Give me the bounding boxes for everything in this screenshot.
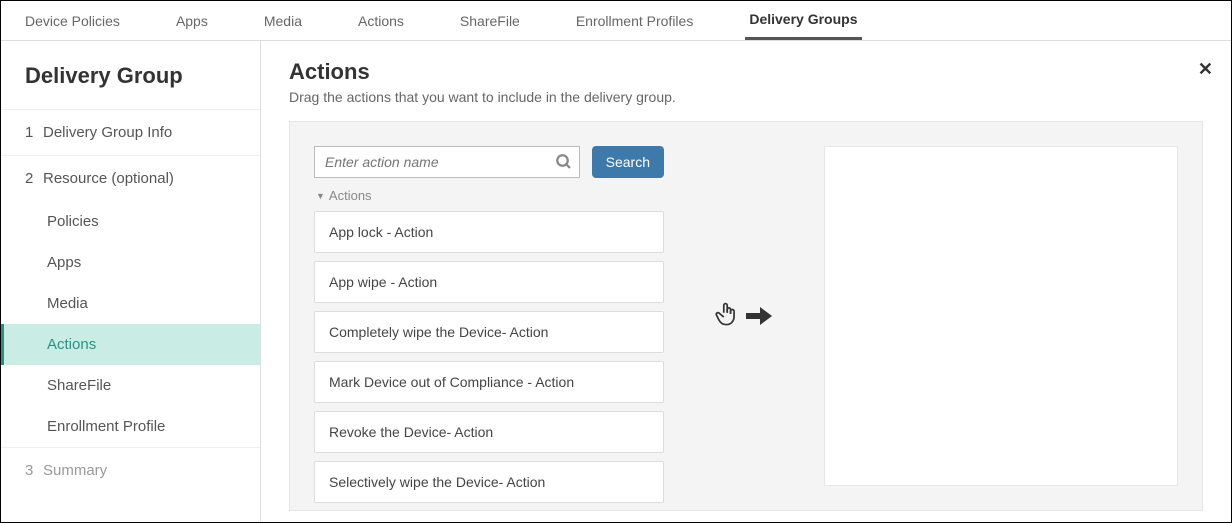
step-label: Delivery Group Info <box>43 124 172 141</box>
tab-delivery-groups[interactable]: Delivery Groups <box>745 1 861 40</box>
action-list: App lock - Action App wipe - Action Comp… <box>314 211 664 503</box>
close-icon[interactable]: ✕ <box>1198 59 1213 80</box>
sidebar: Delivery Group 1 Delivery Group Info 2 R… <box>1 41 261 522</box>
tab-media[interactable]: Media <box>260 3 306 39</box>
action-item[interactable]: App lock - Action <box>314 211 664 253</box>
sidebar-item-media[interactable]: Media <box>1 283 260 324</box>
tab-actions[interactable]: Actions <box>354 3 408 39</box>
step-label: Summary <box>43 462 107 479</box>
search-button[interactable]: Search <box>592 146 664 178</box>
page-subtitle: Drag the actions that you want to includ… <box>289 89 1203 105</box>
step-resource[interactable]: 2 Resource (optional) <box>1 155 260 201</box>
arrow-right-icon <box>744 304 774 328</box>
step-number: 2 <box>25 170 43 187</box>
tab-device-policies[interactable]: Device Policies <box>21 3 124 39</box>
source-column: Search ▼ Actions App lock - Action App w… <box>314 146 664 503</box>
tab-enrollment-profiles[interactable]: Enrollment Profiles <box>572 3 698 39</box>
content-area: Search ▼ Actions App lock - Action App w… <box>289 121 1203 511</box>
step-summary[interactable]: 3 Summary <box>1 447 260 493</box>
body: Delivery Group 1 Delivery Group Info 2 R… <box>1 41 1231 522</box>
step-label: Resource (optional) <box>43 170 174 187</box>
step-number: 3 <box>25 462 43 479</box>
main-panel: ✕ Actions Drag the actions that you want… <box>261 41 1231 522</box>
chevron-down-icon: ▼ <box>316 191 325 201</box>
page-title: Actions <box>289 59 1203 85</box>
search-box <box>314 146 580 178</box>
search-input[interactable] <box>325 154 555 170</box>
sidebar-title: Delivery Group <box>1 59 260 109</box>
search-icon <box>555 153 573 171</box>
tab-apps[interactable]: Apps <box>172 3 212 39</box>
top-tabs: Device Policies Apps Media Actions Share… <box>1 1 1231 41</box>
tab-sharefile[interactable]: ShareFile <box>456 3 524 39</box>
search-row: Search <box>314 146 664 178</box>
action-item[interactable]: App wipe - Action <box>314 261 664 303</box>
sidebar-item-enrollment-profile[interactable]: Enrollment Profile <box>1 406 260 447</box>
step-delivery-group-info[interactable]: 1 Delivery Group Info <box>1 109 260 155</box>
actions-category-header[interactable]: ▼ Actions <box>314 188 664 203</box>
hand-pointer-icon <box>714 301 740 331</box>
sidebar-item-actions[interactable]: Actions <box>1 324 260 365</box>
step-number: 1 <box>25 124 43 141</box>
sidebar-item-policies[interactable]: Policies <box>1 201 260 242</box>
category-label: Actions <box>329 188 372 203</box>
action-item[interactable]: Completely wipe the Device- Action <box>314 311 664 353</box>
sidebar-item-apps[interactable]: Apps <box>1 242 260 283</box>
action-item[interactable]: Selectively wipe the Device- Action <box>314 461 664 503</box>
action-item[interactable]: Mark Device out of Compliance - Action <box>314 361 664 403</box>
sidebar-item-sharefile[interactable]: ShareFile <box>1 365 260 406</box>
action-item[interactable]: Revoke the Device- Action <box>314 411 664 453</box>
drop-area[interactable] <box>824 146 1178 486</box>
drag-indicator <box>684 301 804 331</box>
